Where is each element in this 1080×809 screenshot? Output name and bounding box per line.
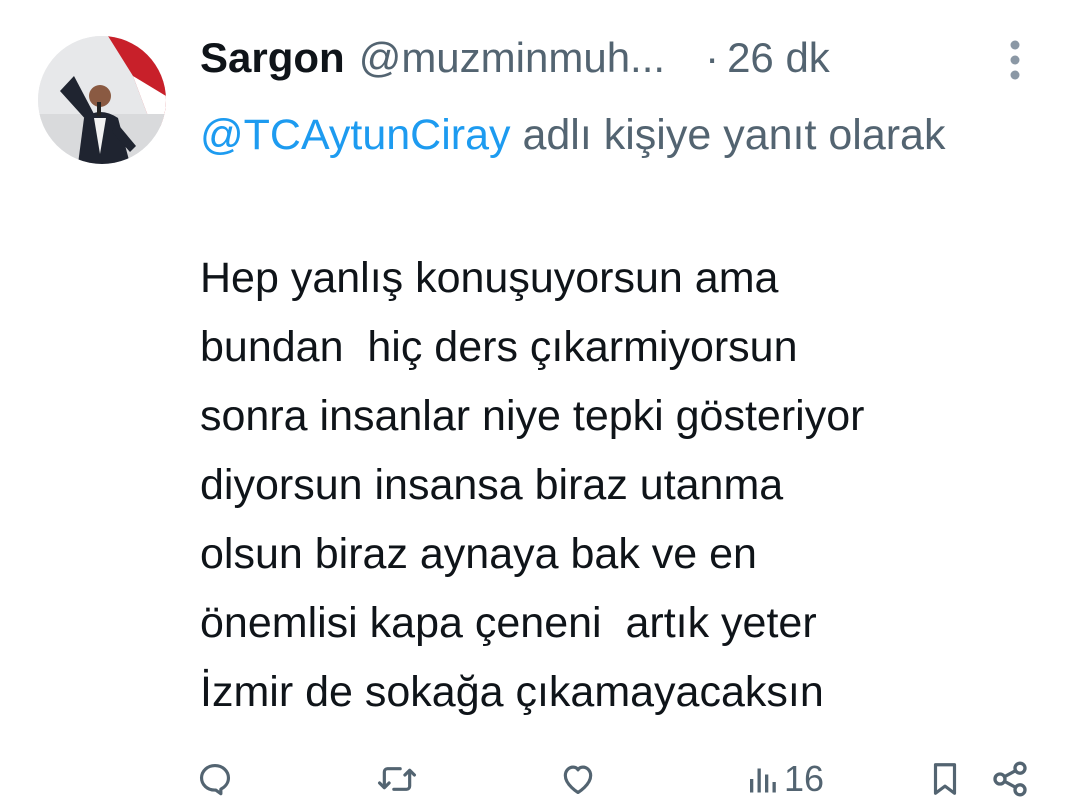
tweet-actions: 16 [0,752,1080,806]
reply-mention-link[interactable]: @TCAytunCiray [200,111,511,159]
share-icon [990,759,1030,799]
bookmark-icon [928,760,962,798]
views-count: 16 [784,758,825,799]
retweet-button[interactable] [376,752,418,806]
heart-icon [558,760,598,798]
bookmark-button[interactable] [928,752,962,806]
reply-icon [196,760,234,798]
like-button[interactable] [558,752,598,806]
retweet-icon [376,760,418,798]
author-name[interactable]: Sargon [200,34,345,82]
avatar[interactable] [38,36,166,164]
tweet-time[interactable]: 26 dk [727,34,830,82]
reply-context: @TCAytunCiray adlı kişiye yanıt olarak [200,100,1020,170]
tweet-text: Hep yanlış konuşuyorsun ama bundan hiç d… [200,254,865,716]
views-button[interactable]: 16 [746,752,824,806]
tweet-header: Sargon @muzminmuh... · 26 dk [200,30,830,86]
author-handle[interactable]: @muzminmuh... [359,34,665,82]
reply-context-text: adlı kişiye yanıt olarak [510,111,946,159]
views-chart-icon [746,761,778,797]
share-button[interactable] [990,752,1030,806]
reply-button[interactable] [196,752,234,806]
separator-dot: · [705,34,720,81]
more-vertical-icon[interactable] [1003,38,1027,82]
